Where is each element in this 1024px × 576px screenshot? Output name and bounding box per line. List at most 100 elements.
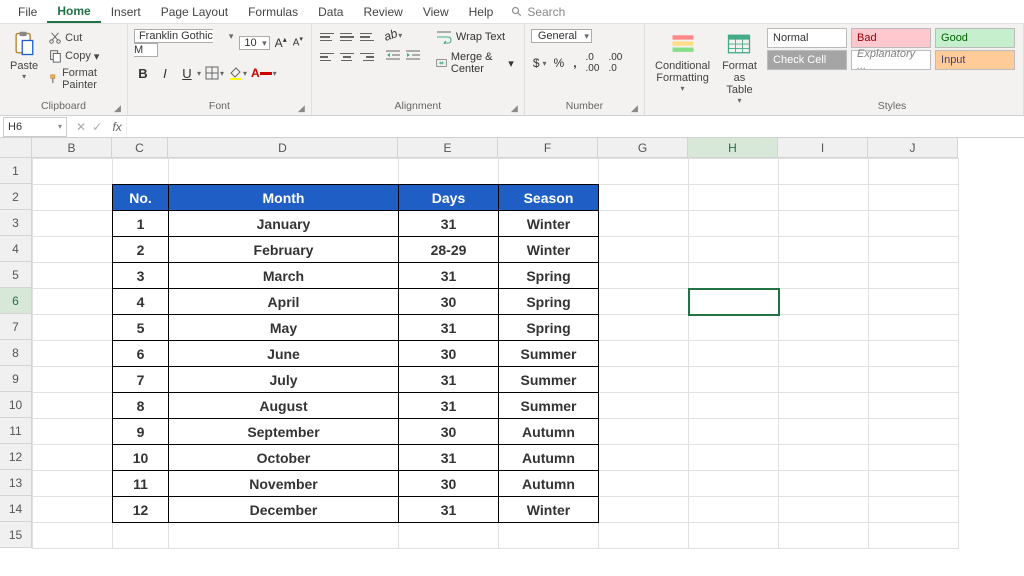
cell-B15[interactable] — [33, 523, 113, 549]
italic-button[interactable]: I — [156, 64, 174, 82]
data-cell-season-10[interactable]: Autumn — [499, 471, 599, 497]
data-cell-month-4[interactable]: May — [169, 315, 399, 341]
cell-G2[interactable] — [599, 185, 689, 211]
cell-G14[interactable] — [599, 497, 689, 523]
cell-J14[interactable] — [869, 497, 959, 523]
data-cell-days-4[interactable]: 31 — [399, 315, 499, 341]
data-cell-no-8[interactable]: 9 — [113, 419, 169, 445]
cell-E15[interactable] — [399, 523, 499, 549]
cell-I14[interactable] — [779, 497, 869, 523]
row-header-13[interactable]: 13 — [0, 470, 32, 496]
format-painter-button[interactable]: Format Painter — [46, 66, 121, 92]
cell-F1[interactable] — [499, 159, 599, 185]
cell-H6[interactable] — [689, 289, 779, 315]
table-header-season[interactable]: Season — [499, 185, 599, 211]
format-as-table-button[interactable]: Format as Table ▾ — [718, 28, 761, 107]
data-cell-days-8[interactable]: 30 — [399, 419, 499, 445]
row-header-15[interactable]: 15 — [0, 522, 32, 548]
accounting-format-button[interactable]: $▾ — [531, 55, 547, 71]
cell-G5[interactable] — [599, 263, 689, 289]
cell-B4[interactable] — [33, 237, 113, 263]
align-middle-button[interactable] — [338, 28, 356, 46]
cell-B3[interactable] — [33, 211, 113, 237]
data-cell-no-7[interactable]: 8 — [113, 393, 169, 419]
cell-I2[interactable] — [779, 185, 869, 211]
align-center-button[interactable] — [338, 48, 356, 66]
cell-D1[interactable] — [169, 159, 399, 185]
cell-B14[interactable] — [33, 497, 113, 523]
align-left-button[interactable] — [318, 48, 336, 66]
data-cell-days-3[interactable]: 30 — [399, 289, 499, 315]
data-cell-days-0[interactable]: 31 — [399, 211, 499, 237]
data-cell-no-6[interactable]: 7 — [113, 367, 169, 393]
comma-format-button[interactable]: , — [571, 55, 578, 71]
underline-button[interactable]: U▾ — [178, 64, 201, 82]
cell-J11[interactable] — [869, 419, 959, 445]
align-top-button[interactable] — [318, 28, 336, 46]
column-header-D[interactable]: D — [168, 138, 398, 158]
data-cell-month-0[interactable]: January — [169, 211, 399, 237]
row-header-7[interactable]: 7 — [0, 314, 32, 340]
data-cell-no-9[interactable]: 10 — [113, 445, 169, 471]
cell-B6[interactable] — [33, 289, 113, 315]
cut-button[interactable]: Cut — [46, 30, 121, 46]
data-cell-season-4[interactable]: Spring — [499, 315, 599, 341]
align-right-button[interactable] — [358, 48, 376, 66]
cell-G6[interactable] — [599, 289, 689, 315]
increase-decimal-button[interactable]: .0.00 — [584, 51, 602, 75]
cell-I4[interactable] — [779, 237, 869, 263]
cell-I12[interactable] — [779, 445, 869, 471]
data-cell-days-10[interactable]: 30 — [399, 471, 499, 497]
data-cell-season-5[interactable]: Summer — [499, 341, 599, 367]
cell-B9[interactable] — [33, 367, 113, 393]
cell-G12[interactable] — [599, 445, 689, 471]
tell-me-search[interactable]: Search — [511, 5, 565, 19]
font-name-select[interactable]: Franklin Gothic M — [134, 29, 213, 57]
cell-I15[interactable] — [779, 523, 869, 549]
cell-J15[interactable] — [869, 523, 959, 549]
cell-G11[interactable] — [599, 419, 689, 445]
cell-B10[interactable] — [33, 393, 113, 419]
borders-button[interactable]: ▾ — [205, 66, 224, 80]
data-cell-season-8[interactable]: Autumn — [499, 419, 599, 445]
cell-H15[interactable] — [689, 523, 779, 549]
cell-I10[interactable] — [779, 393, 869, 419]
data-cell-month-11[interactable]: December — [169, 497, 399, 523]
data-cell-month-1[interactable]: February — [169, 237, 399, 263]
data-cell-month-3[interactable]: April — [169, 289, 399, 315]
cell-H3[interactable] — [689, 211, 779, 237]
data-cell-days-5[interactable]: 30 — [399, 341, 499, 367]
cell-J8[interactable] — [869, 341, 959, 367]
cell-B8[interactable] — [33, 341, 113, 367]
decrease-decimal-button[interactable]: .00.0 — [606, 51, 624, 75]
cell-J4[interactable] — [869, 237, 959, 263]
cell-J1[interactable] — [869, 159, 959, 185]
cell-B11[interactable] — [33, 419, 113, 445]
cell-F15[interactable] — [499, 523, 599, 549]
data-cell-season-11[interactable]: Winter — [499, 497, 599, 523]
cell-style-check[interactable]: Check Cell — [767, 50, 847, 70]
cell-B5[interactable] — [33, 263, 113, 289]
row-header-2[interactable]: 2 — [0, 184, 32, 210]
cell-J7[interactable] — [869, 315, 959, 341]
cell-G7[interactable] — [599, 315, 689, 341]
cell-I13[interactable] — [779, 471, 869, 497]
grow-font-button[interactable]: A▴ — [273, 34, 289, 51]
enter-formula-button[interactable]: ✓ — [92, 120, 102, 134]
table-header-no[interactable]: No. — [113, 185, 169, 211]
conditional-formatting-button[interactable]: Conditional Formatting ▾ — [651, 28, 714, 95]
table-header-days[interactable]: Days — [399, 185, 499, 211]
clipboard-dialog-launcher[interactable]: ◢ — [114, 103, 124, 113]
data-cell-season-2[interactable]: Spring — [499, 263, 599, 289]
cell-J12[interactable] — [869, 445, 959, 471]
cell-G1[interactable] — [599, 159, 689, 185]
column-header-C[interactable]: C — [112, 138, 168, 158]
data-cell-days-7[interactable]: 31 — [399, 393, 499, 419]
data-cell-no-11[interactable]: 12 — [113, 497, 169, 523]
row-header-10[interactable]: 10 — [0, 392, 32, 418]
row-header-3[interactable]: 3 — [0, 210, 32, 236]
data-cell-no-4[interactable]: 5 — [113, 315, 169, 341]
cell-G15[interactable] — [599, 523, 689, 549]
column-header-E[interactable]: E — [398, 138, 498, 158]
cell-B1[interactable] — [33, 159, 113, 185]
